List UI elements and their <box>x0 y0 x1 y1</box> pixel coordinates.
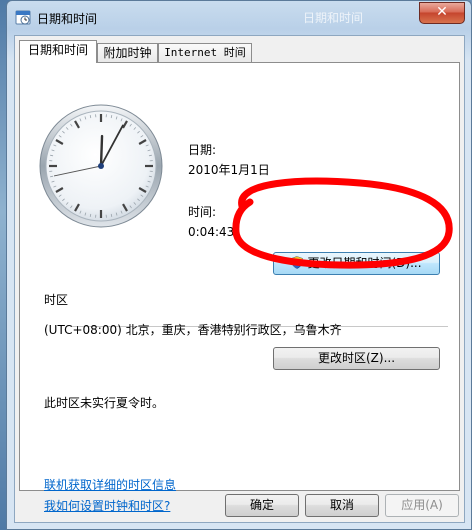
dialog-body: 日期和时间 附加时钟 Internet 时间 日期: 2010年1月1日 时间:… <box>14 35 465 523</box>
date-time-dialog: 日期和时间 日期和时间 ✕ 日期和时间 附加时钟 Internet 时间 日期:… <box>6 0 472 530</box>
apply-button[interactable]: 应用(A) <box>385 494 459 517</box>
background-window-title: 日期和时间 <box>303 11 364 25</box>
tab-date-time[interactable]: 日期和时间 <box>19 40 97 63</box>
title-bar[interactable]: 日期和时间 日期和时间 ✕ <box>7 1 471 31</box>
time-value: 0:04:43 <box>188 225 235 239</box>
tab-internet-time[interactable]: Internet 时间 <box>158 43 252 62</box>
change-date-time-label: 更改日期和时间(D)... <box>307 256 422 270</box>
date-time-app-icon <box>15 10 31 25</box>
uac-shield-icon <box>291 256 304 269</box>
tab-panel: 日期: 2010年1月1日 时间: 0:04:43 更改日期和时间(D)... … <box>19 62 460 513</box>
ok-button[interactable]: 确定 <box>225 494 299 517</box>
date-label: 日期: <box>188 143 217 157</box>
cancel-button[interactable]: 取消 <box>305 494 379 517</box>
clock-hour-hand <box>99 134 104 168</box>
date-value: 2010年1月1日 <box>188 163 270 177</box>
change-timezone-button[interactable]: 更改时区(Z)... <box>273 347 440 370</box>
online-timezone-info-link[interactable]: 联机获取详细的时区信息 <box>44 476 176 493</box>
timezone-section-label: 时区 <box>44 293 69 307</box>
analog-clock <box>39 104 163 228</box>
change-date-time-button[interactable]: 更改日期和时间(D)... <box>273 252 440 275</box>
timezone-value: (UTC+08:00) 北京，重庆，香港特别行政区，乌鲁木齐 <box>44 323 342 337</box>
clock-center-pin <box>98 163 104 169</box>
howto-set-clock-link[interactable]: 我如何设置时钟和时区? <box>44 497 170 514</box>
close-button[interactable]: ✕ <box>419 2 465 24</box>
dst-note: 此时区未实行夏令时。 <box>44 396 165 410</box>
window-title: 日期和时间 <box>37 12 98 26</box>
time-label: 时间: <box>188 205 217 219</box>
tab-additional-clocks[interactable]: 附加时钟 <box>97 43 158 62</box>
